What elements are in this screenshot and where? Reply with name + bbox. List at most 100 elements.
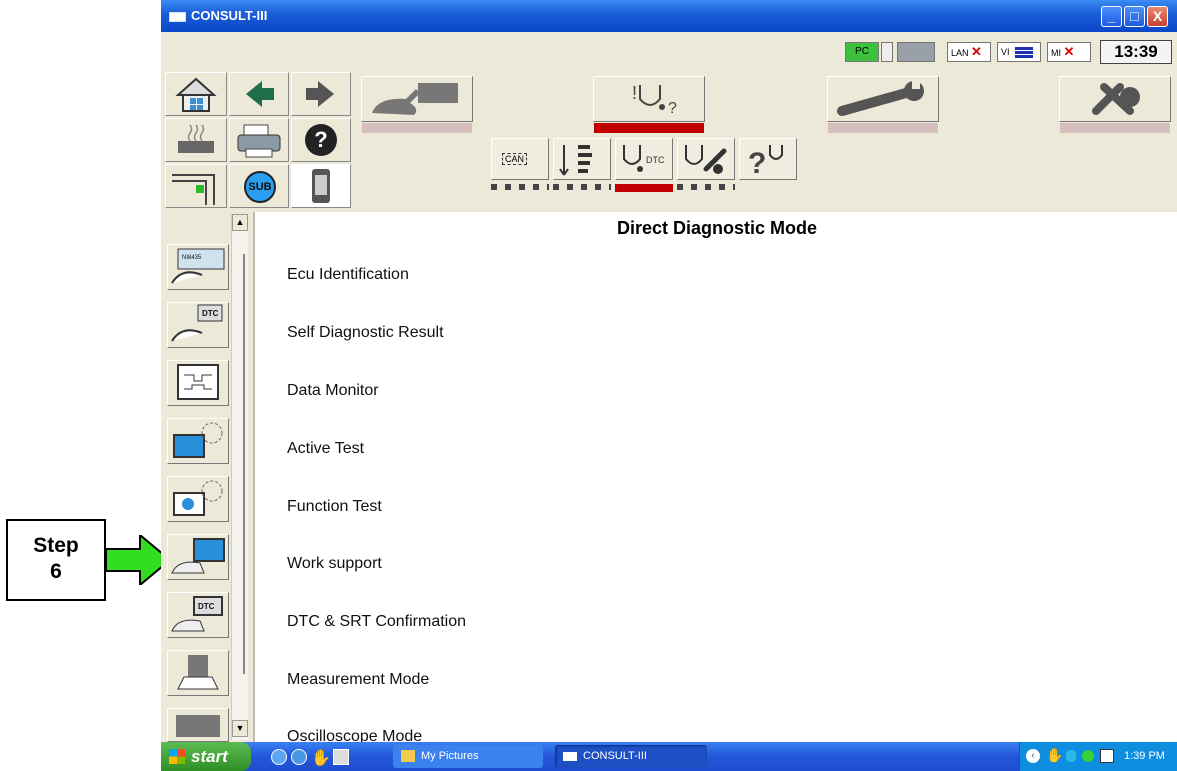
home-icon — [175, 77, 217, 112]
self-diagnostic-button[interactable]: DTC — [167, 302, 229, 348]
hand-icon[interactable]: ✋ — [311, 748, 331, 767]
title-bar[interactable]: CONSULT-III _ □ X — [161, 0, 1177, 32]
maximize-button[interactable]: □ — [1124, 6, 1145, 27]
bluetooth-icon[interactable] — [1066, 750, 1076, 762]
sub-icon: SUB — [244, 171, 276, 203]
connector-icon — [172, 174, 215, 205]
measurement-button[interactable] — [167, 650, 229, 696]
car-screen-icon — [171, 538, 225, 574]
taskbar: start ✋ My Pictures CONSULT-III ‹ ✋ 1:39… — [161, 742, 1177, 771]
dtc-work-button[interactable] — [677, 138, 735, 180]
vehicle-select-button[interactable] — [361, 76, 473, 122]
settings-button[interactable] — [1059, 76, 1171, 122]
tray-expand-icon[interactable]: ‹ — [1026, 749, 1040, 763]
step-callout: Step 6 — [6, 519, 106, 601]
repair-indicator — [828, 123, 938, 133]
diagnosis-active-indicator — [594, 123, 704, 133]
network-status-icon[interactable] — [1082, 750, 1094, 762]
active-test-button[interactable] — [167, 418, 229, 464]
dtc-diag-button[interactable]: DTC — [615, 138, 673, 180]
windows-logo-icon — [169, 749, 185, 764]
data-monitor-button[interactable] — [167, 360, 229, 406]
window-icon — [563, 752, 577, 761]
browser-alt-icon[interactable] — [291, 749, 307, 765]
minimize-button[interactable]: _ — [1101, 6, 1122, 27]
vehicle-connect-icon — [372, 83, 458, 115]
mi-disconnected-icon: ✕ — [1063, 44, 1075, 59]
tools-icon — [1092, 83, 1140, 115]
side-scrollbar[interactable]: ▲ ▼ — [231, 214, 248, 740]
quicklaunch-app-icon[interactable] — [333, 749, 349, 765]
svg-text:?: ? — [314, 127, 327, 152]
menu-item-function-test[interactable]: Function Test — [287, 498, 382, 516]
menu-item-dtc-srt-confirmation[interactable]: DTC & SRT Confirmation — [287, 613, 466, 631]
browser-icon[interactable] — [271, 749, 287, 765]
close-icon: X — [1152, 8, 1163, 24]
data-list-indicator — [553, 184, 611, 190]
diag-help-button[interactable]: ? — [739, 138, 797, 180]
back-button[interactable] — [229, 72, 289, 116]
task-consult-iii[interactable]: CONSULT-III — [555, 745, 707, 768]
arrow-left-icon — [246, 81, 274, 107]
settings-indicator — [1060, 123, 1170, 133]
forward-button[interactable] — [291, 72, 351, 116]
tray-hand-icon[interactable]: ✋ — [1046, 747, 1063, 764]
folder-icon — [401, 750, 415, 762]
status-strip: PC LAN ✕ VI MI ✕ 13:39 — [161, 32, 1177, 70]
menu-item-self-diagnostic-result[interactable]: Self Diagnostic Result — [287, 324, 444, 342]
consult-tray-icon[interactable] — [1100, 749, 1114, 763]
help-icon: ? — [305, 124, 337, 156]
scroll-track[interactable] — [235, 254, 245, 674]
menu-item-active-test[interactable]: Active Test — [287, 440, 364, 458]
oscilloscope-button[interactable] — [167, 708, 229, 742]
menu-item-data-monitor[interactable]: Data Monitor — [287, 382, 379, 400]
menu-item-ecu-identification[interactable]: Ecu Identification — [287, 266, 409, 284]
menu-item-measurement-mode[interactable]: Measurement Mode — [287, 671, 429, 689]
home-button[interactable] — [165, 72, 227, 116]
main-toolbar: ? SUB ! ? CAN DTC ? — [161, 70, 1177, 212]
function-test-button[interactable] — [167, 476, 229, 522]
task-my-pictures[interactable]: My Pictures — [393, 745, 543, 768]
scroll-up-icon[interactable]: ▲ — [232, 214, 248, 231]
connect-button[interactable] — [165, 164, 227, 208]
ecu-identification-button[interactable]: NI8435 — [167, 244, 229, 290]
lan-indicator: LAN ✕ — [947, 42, 991, 62]
vi-device-icon — [312, 169, 330, 203]
svg-text:!: ! — [632, 83, 637, 103]
can-diag-button[interactable]: CAN — [491, 138, 549, 180]
dtc-srt-button[interactable]: DTC — [167, 592, 229, 638]
help-button[interactable]: ? — [291, 118, 351, 162]
can-diag-indicator — [491, 184, 549, 190]
start-button[interactable]: start — [161, 742, 251, 771]
dtc-tag: DTC — [202, 309, 219, 318]
stethoscope-tools-icon — [685, 145, 727, 174]
repair-button[interactable] — [827, 76, 939, 122]
heater-button[interactable] — [165, 118, 227, 162]
print-button[interactable] — [229, 118, 289, 162]
menu-item-oscilloscope-mode[interactable]: Oscilloscope Mode — [287, 728, 422, 742]
work-support-button[interactable] — [167, 534, 229, 580]
app-window: CONSULT-III _ □ X PC LAN ✕ VI MI ✕ 13:39 — [161, 0, 1177, 771]
monitor-graph-icon — [177, 364, 219, 400]
vi-label: VI — [1001, 47, 1010, 57]
maximize-icon: □ — [1130, 8, 1139, 24]
step-number: 6 — [50, 560, 62, 583]
wrench-icon — [837, 79, 924, 116]
vi-indicator: VI — [997, 42, 1041, 62]
oscilloscope-icon — [176, 715, 220, 737]
battery-icon — [897, 42, 935, 62]
system-tray: ‹ ✋ 1:39 PM — [1019, 742, 1177, 771]
lan-label: LAN — [951, 48, 969, 58]
menu-item-work-support[interactable]: Work support — [287, 555, 382, 573]
main-panel: Direct Diagnostic Mode Ecu Identificatio… — [253, 212, 1177, 742]
close-button[interactable]: X — [1147, 6, 1168, 27]
sub-button[interactable]: SUB — [229, 164, 289, 208]
device-button[interactable] — [291, 164, 351, 208]
diagnosis-button[interactable]: ! ? — [593, 76, 705, 122]
scroll-down-icon[interactable]: ▼ — [232, 720, 248, 737]
vi-signal-icon — [1015, 46, 1034, 59]
dtc-label: DTC — [646, 155, 665, 165]
data-list-button[interactable] — [553, 138, 611, 180]
svg-text:?: ? — [748, 147, 766, 179]
vehicle-select-indicator — [362, 123, 472, 133]
